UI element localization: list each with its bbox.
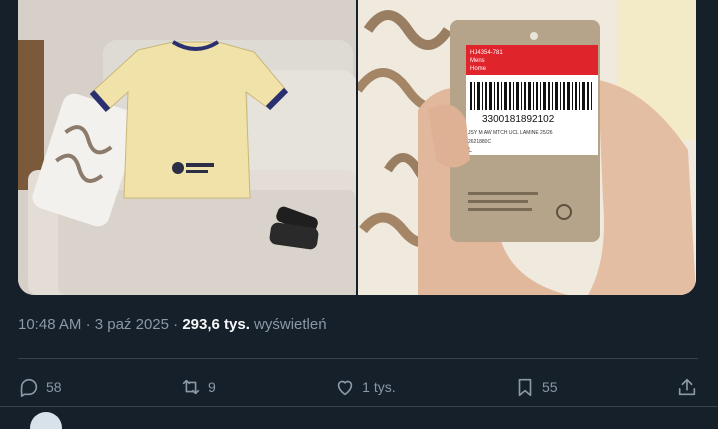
- reply-button[interactable]: 58: [18, 376, 62, 398]
- media-photo-price-tag[interactable]: HJ4354-781 Mens Home 3300181892102 JSY M…: [358, 0, 696, 295]
- views-label: wyświetleń: [254, 316, 327, 333]
- bookmark-count: 55: [542, 379, 558, 395]
- meta-separator: ·: [85, 316, 91, 333]
- retweet-button[interactable]: 9: [180, 376, 216, 398]
- tag-product-line: JSY M AW MTCH UCL LAMINE 25/26: [468, 130, 553, 136]
- media-photo-jersey[interactable]: [18, 0, 356, 295]
- tweet-meta: 10:48 AM · 3 paź 2025 · 293,6 tys. wyświ…: [18, 316, 327, 333]
- retweet-count: 9: [207, 379, 216, 395]
- tag-label-line1: HJ4354-781: [470, 50, 503, 56]
- price-tag-photo: HJ4354-781 Mens Home 3300181892102 JSY M…: [358, 0, 696, 295]
- share-icon: [678, 378, 696, 396]
- tag-code-line: 2621880C: [468, 139, 491, 145]
- share-button[interactable]: [676, 376, 698, 398]
- reply-count: 58: [46, 379, 62, 395]
- tag-label-line2: Mens: [470, 58, 485, 64]
- bookmark-button[interactable]: 55: [514, 376, 558, 398]
- retweet-icon: [182, 379, 200, 395]
- tweet-media-grid: HJ4354-781 Mens Home 3300181892102 JSY M…: [18, 0, 696, 295]
- like-button[interactable]: 1 tys.: [334, 376, 396, 398]
- reply-composer-bar: [0, 406, 718, 429]
- tag-barcode-number: 3300181892102: [482, 114, 555, 125]
- jersey-sofa-photo: [18, 0, 356, 295]
- meta-separator: ·: [173, 316, 179, 333]
- like-count: 1 tys.: [362, 379, 396, 395]
- views-count: 293,6 tys.: [182, 316, 250, 333]
- bookmark-icon: [518, 378, 532, 397]
- heart-icon: [337, 380, 353, 396]
- tweet-date[interactable]: 3 paź 2025: [95, 316, 169, 333]
- divider: [18, 358, 698, 359]
- tag-label-line3: Home: [470, 66, 487, 72]
- tweet-actions: 58 9 1 tys. 55: [18, 372, 698, 402]
- reply-icon: [20, 378, 38, 397]
- tweet-time[interactable]: 10:48 AM: [18, 316, 81, 333]
